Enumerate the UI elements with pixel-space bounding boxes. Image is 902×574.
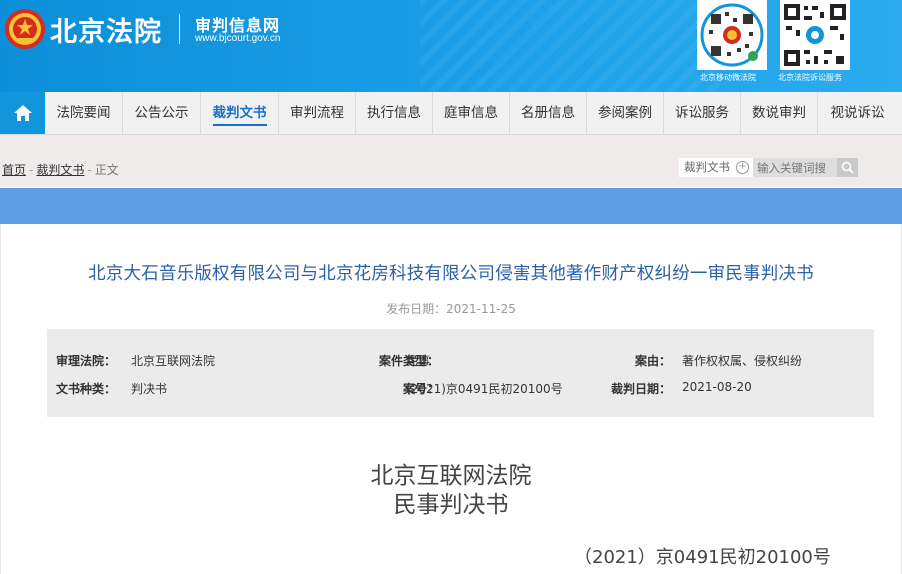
nav-item-trial-process[interactable]: 审判流程 [279, 92, 356, 134]
nav-item-rosters[interactable]: 名册信息 [510, 92, 587, 134]
nav-item-label: 名册信息 [521, 105, 575, 121]
search-category-label: 裁判文书 [684, 160, 730, 174]
search-category-select[interactable]: 裁判文书 + [679, 158, 753, 177]
breadcrumb-separator: - [87, 163, 92, 177]
nav-home-button[interactable] [0, 92, 45, 134]
search-button[interactable] [837, 158, 858, 177]
publish-date: 发布日期：2021-11-25 [0, 300, 902, 317]
court-label: 审理法院： [55, 354, 116, 368]
nav-item-label: 审判流程 [290, 105, 344, 121]
plus-icon: + [736, 161, 749, 174]
nav-item-label: 裁判文书 [212, 105, 267, 126]
search-icon [841, 161, 854, 174]
nav-item-label: 数说审判 [752, 105, 806, 121]
breadcrumb-current: 正文 [94, 163, 119, 177]
document-case-number: （2021）京0491民初20100号 [574, 547, 831, 568]
mobile-court-qr-code [697, 0, 767, 70]
document-kind: 民事判决书 [393, 492, 509, 518]
document-title: 北京大石音乐版权有限公司与北京花房科技有限公司侵害其他著作财产权纠纷一审民事判决… [88, 264, 814, 284]
site-url: www.bjcourt.gov.cn [195, 33, 281, 44]
nav-item-court-news[interactable]: 法院要闻 [45, 92, 123, 134]
section-band [0, 188, 902, 224]
cause-value: 著作权权属、侵权纠纷 [682, 354, 803, 368]
publish-date-label: 发布日期： [386, 302, 447, 316]
nav-item-label: 法院要闻 [56, 105, 111, 121]
breadcrumb-separator: - [29, 163, 34, 177]
header-divider [179, 14, 180, 44]
court-emblem-icon [5, 9, 45, 49]
nav-item-judgments[interactable]: 裁判文书 [201, 92, 279, 134]
search-input[interactable] [753, 158, 837, 177]
nav-item-label: 执行信息 [367, 105, 421, 121]
header-pattern [420, 0, 720, 92]
nav-item-label: 诉讼服务 [675, 105, 729, 121]
nav-item-reference-cases[interactable]: 参阅案例 [587, 92, 664, 134]
nav-item-label: 参阅案例 [598, 105, 652, 121]
nav-item-hearings[interactable]: 庭审信息 [433, 92, 510, 134]
cause-label: 案由： [634, 354, 671, 368]
case-type-value: 民事 [406, 354, 431, 368]
nav-item-litigation-service[interactable]: 诉讼服务 [664, 92, 741, 134]
judgment-date-value: 2021-08-20 [682, 380, 752, 394]
litigation-service-qr-code [780, 0, 850, 70]
nav-items: 法院要闻 公告公示 裁判文书 审判流程 执行信息 庭审信息 名册信息 参阅案例 … [45, 92, 897, 134]
doc-type-label: 文书种类： [55, 382, 116, 396]
home-icon [13, 105, 32, 121]
site-name[interactable]: 北京法院 [50, 10, 162, 49]
nav-item-label: 公告公示 [134, 105, 189, 121]
litigation-service-qr-label: 北京法院诉讼服务 [778, 73, 842, 82]
mobile-court-qr-label: 北京移动微法院 [700, 73, 756, 82]
nav-item-enforcement[interactable]: 执行信息 [356, 92, 433, 134]
case-info-row: 审理法院： 北京互联网法院 案件类型： 民事 案由： 著作权权属、侵权纠纷 [47, 352, 874, 372]
site-header: 北京法院 审判信息网 www.bjcourt.gov.cn 北京移动微法院 北京… [0, 0, 902, 92]
case-info-row: 文书种类： 判决书 案号： (2021)京0491民初20100号 裁判日期： … [47, 380, 874, 400]
breadcrumb-home-link[interactable]: 首页 [2, 163, 26, 177]
breadcrumb: 首页 - 裁判文书 - 正文 [2, 161, 119, 178]
case-no-value: (2021)京0491民初20100号 [406, 382, 563, 396]
nav-item-label: 视说诉讼 [830, 105, 885, 121]
nav-item-trial-data[interactable]: 数说审判 [741, 92, 818, 134]
nav-item-announcements[interactable]: 公告公示 [123, 92, 201, 134]
breadcrumb-bar: 首页 - 裁判文书 - 正文 裁判文书 + [0, 135, 902, 187]
court-value: 北京互联网法院 [131, 354, 216, 368]
case-info-box: 审理法院： 北京互联网法院 案件类型： 民事 案由： 著作权权属、侵权纠纷 文书… [47, 329, 874, 417]
breadcrumb-section-link[interactable]: 裁判文书 [36, 163, 84, 177]
doc-type-value: 判决书 [131, 382, 168, 396]
judgment-date-label: 裁判日期： [610, 382, 671, 396]
main-nav: 法院要闻 公告公示 裁判文书 审判流程 执行信息 庭审信息 名册信息 参阅案例 … [0, 92, 902, 135]
nav-item-video-litigation[interactable]: 视说诉讼 [818, 92, 897, 134]
nav-item-label: 庭审信息 [444, 105, 498, 121]
publish-date-value: 2021-11-25 [446, 302, 516, 316]
